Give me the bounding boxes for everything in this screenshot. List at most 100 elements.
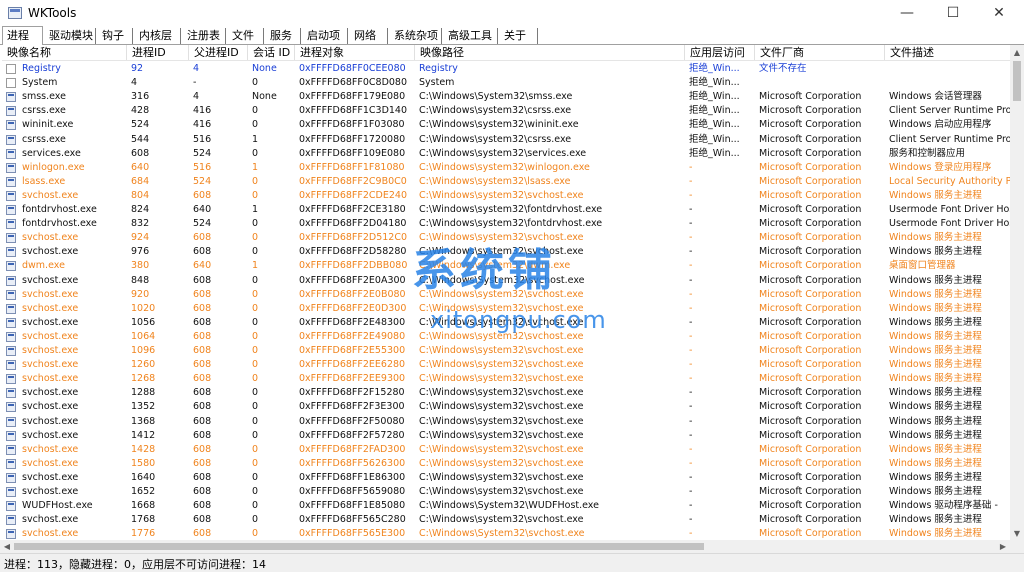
horizontal-scroll-thumb[interactable] bbox=[14, 543, 704, 550]
table-row[interactable]: svchost.exe 1288 608 0 0xFFFFD68FF2F15280 C:\… bbox=[2, 386, 1020, 400]
cell-session-id: 0 bbox=[252, 415, 259, 427]
tab-8[interactable]: 网络 bbox=[350, 28, 388, 44]
column-header-session-id[interactable]: 会话 ID bbox=[248, 45, 295, 60]
table-row[interactable]: svchost.exe 1580 608 0 0xFFFFD68FF5626300 C:\… bbox=[2, 457, 1020, 471]
scroll-down-icon[interactable]: ▼ bbox=[1010, 526, 1024, 540]
cell-pid: 1352 bbox=[131, 401, 156, 413]
table-row[interactable]: wininit.exe 524 416 0 0xFFFFD68FF1F03080 C:\W… bbox=[2, 118, 1020, 132]
cell-app-access: - bbox=[689, 288, 693, 300]
scroll-left-icon[interactable]: ◀ bbox=[0, 540, 14, 553]
maximize-button[interactable]: ☐ bbox=[930, 0, 976, 26]
column-header-file-description[interactable]: 文件描述 bbox=[885, 45, 1020, 60]
cell-session-id: 1 bbox=[252, 260, 259, 272]
table-row[interactable]: fontdrvhost.exe 832 524 0 0xFFFFD68FF2D04180… bbox=[2, 217, 1020, 231]
cell-image-path: C:\Windows\System32\svchost.exe bbox=[419, 528, 585, 540]
tab-5[interactable]: 文件 bbox=[228, 28, 264, 44]
table-row[interactable]: svchost.exe 1776 608 0 0xFFFFD68FF565E300 C:\… bbox=[2, 527, 1020, 540]
cell-image-name: svchost.exe bbox=[22, 486, 79, 497]
cell-ppid: 4 bbox=[193, 63, 200, 74]
table-row[interactable]: WUDFHost.exe 1668 608 0 0xFFFFD68FF1E85080 C:… bbox=[2, 499, 1020, 513]
vertical-scrollbar[interactable]: ▲ ▼ bbox=[1010, 45, 1024, 540]
tab-10[interactable]: 高级工具 bbox=[444, 28, 498, 44]
cell-process-object: 0xFFFFD68FF2D58280 bbox=[299, 246, 407, 258]
column-header-image-name[interactable]: 映像名称 bbox=[2, 45, 127, 60]
cell-image-name: svchost.exe bbox=[22, 330, 79, 342]
process-window-icon bbox=[6, 303, 16, 314]
table-row[interactable]: System 4 - 0 0xFFFFD68FF0C8D080 System 拒绝_Win.… bbox=[2, 76, 1020, 90]
table-row[interactable]: svchost.exe 1652 608 0 0xFFFFD68FF5659080 C:\… bbox=[2, 485, 1020, 499]
table-row[interactable]: lsass.exe 684 524 0 0xFFFFD68FF2C9B0C0 C:\Win… bbox=[2, 175, 1020, 189]
table-row[interactable]: svchost.exe 1640 608 0 0xFFFFD68FF1E86300 C:\… bbox=[2, 471, 1020, 485]
minimize-button[interactable]: — bbox=[884, 0, 930, 26]
table-row[interactable]: smss.exe 316 4 None 0xFFFFD68FF179E080 C:\Win… bbox=[2, 90, 1020, 104]
tab-4[interactable]: 注册表 bbox=[183, 28, 226, 44]
cell-file-description: Windows 服务主进程 bbox=[889, 302, 982, 314]
horizontal-scrollbar[interactable]: ◀ ▶ bbox=[0, 540, 1024, 553]
cell-file-vendor: Microsoft Corporation bbox=[759, 443, 862, 455]
cell-image-path: C:\Windows\system32\svchost.exe bbox=[419, 429, 584, 441]
table-row[interactable]: csrss.exe 544 516 1 0xFFFFD68FF1720080 C:\Win… bbox=[2, 133, 1020, 147]
cell-session-id: 0 bbox=[252, 189, 259, 201]
cell-pid: 848 bbox=[131, 274, 150, 286]
close-button[interactable]: ✕ bbox=[976, 0, 1022, 26]
table-row[interactable]: svchost.exe 804 608 0 0xFFFFD68FF2CDE240 C:\W… bbox=[2, 189, 1020, 203]
table-row[interactable]: winlogon.exe 640 516 1 0xFFFFD68FF1F81080 C:\… bbox=[2, 161, 1020, 175]
cell-pid: 1652 bbox=[131, 486, 156, 497]
column-header-process-object[interactable]: 进程对象 bbox=[295, 45, 415, 60]
cell-file-vendor: Microsoft Corporation bbox=[759, 246, 862, 258]
tab-0[interactable]: 进程 bbox=[2, 26, 43, 45]
table-row[interactable]: svchost.exe 1352 608 0 0xFFFFD68FF2F3E300 C:\… bbox=[2, 400, 1020, 414]
table-row[interactable]: services.exe 608 524 0 0xFFFFD68FF109E080 C:\… bbox=[2, 147, 1020, 161]
column-header-pid[interactable]: 进程ID bbox=[127, 45, 189, 60]
cell-image-name: svchost.exe bbox=[22, 429, 79, 441]
process-window-icon bbox=[6, 190, 16, 201]
cell-file-vendor: Microsoft Corporation bbox=[759, 260, 862, 272]
tab-3[interactable]: 内核层 bbox=[135, 28, 181, 44]
cell-pid: 1064 bbox=[131, 330, 156, 342]
cell-file-vendor: Microsoft Corporation bbox=[759, 147, 862, 159]
cell-image-path: Registry bbox=[419, 63, 458, 74]
table-row[interactable]: svchost.exe 1368 608 0 0xFFFFD68FF2F50080 C:\… bbox=[2, 415, 1020, 429]
table-row[interactable]: Registry 92 4 None 0xFFFFD68FF0CEE080 Registr… bbox=[2, 62, 1020, 76]
cell-app-access: 拒绝_Win... bbox=[689, 77, 740, 89]
column-header-app-access[interactable]: 应用层访问 bbox=[685, 45, 755, 60]
scroll-up-icon[interactable]: ▲ bbox=[1010, 45, 1024, 59]
tab-2[interactable]: 钩子 bbox=[98, 28, 133, 44]
cell-pid: 316 bbox=[131, 91, 150, 103]
table-row[interactable]: fontdrvhost.exe 824 640 1 0xFFFFD68FF2CE3180… bbox=[2, 203, 1020, 217]
cell-app-access: - bbox=[689, 260, 693, 272]
cell-file-vendor: Microsoft Corporation bbox=[759, 486, 862, 497]
table-row[interactable]: svchost.exe 1428 608 0 0xFFFFD68FF2FAD300 C:\… bbox=[2, 443, 1020, 457]
scroll-right-icon[interactable]: ▶ bbox=[996, 540, 1010, 553]
tab-11[interactable]: 关于 bbox=[500, 28, 538, 44]
cell-ppid: 608 bbox=[193, 415, 212, 427]
cell-process-object: 0xFFFFD68FF2E0A300 bbox=[299, 274, 406, 286]
tab-9[interactable]: 系统杂项 bbox=[390, 28, 442, 44]
table-row[interactable]: svchost.exe 1768 608 0 0xFFFFD68FF565C280 C:\… bbox=[2, 513, 1020, 527]
cell-file-vendor: Microsoft Corporation bbox=[759, 175, 862, 187]
process-window-icon bbox=[6, 219, 16, 230]
cell-pid: 640 bbox=[131, 161, 150, 173]
table-row[interactable]: svchost.exe 1260 608 0 0xFFFFD68FF2EE6280 C:\… bbox=[2, 358, 1020, 372]
table-row[interactable]: svchost.exe 1096 608 0 0xFFFFD68FF2E55300 C:\… bbox=[2, 344, 1020, 358]
table-row[interactable]: csrss.exe 428 416 0 0xFFFFD68FF1C3D140 C:\Win… bbox=[2, 104, 1020, 118]
cell-process-object: 0xFFFFD68FF2E48300 bbox=[299, 316, 406, 328]
cell-file-vendor: Microsoft Corporation bbox=[759, 500, 862, 512]
tab-1[interactable]: 驱动模块 bbox=[45, 28, 96, 44]
cell-session-id: 0 bbox=[252, 387, 259, 399]
column-header-file-vendor[interactable]: 文件厂商 bbox=[755, 45, 885, 60]
tab-bar: 进程 驱动模块 钩子 内核层 注册表 文件 服务 启动项 网络 系统杂项 高级工具 关于 bbox=[0, 26, 1024, 45]
cell-session-id: 0 bbox=[252, 528, 259, 540]
cell-file-description: Windows 服务主进程 bbox=[889, 373, 982, 385]
tab-6[interactable]: 服务 bbox=[266, 28, 301, 44]
cell-file-description bbox=[889, 62, 1018, 76]
cell-session-id: 0 bbox=[252, 471, 259, 483]
vertical-scroll-thumb[interactable] bbox=[1013, 61, 1021, 101]
column-header-ppid[interactable]: 父进程ID bbox=[189, 45, 248, 60]
column-header-image-path[interactable]: 映像路径 bbox=[415, 45, 685, 60]
tab-7[interactable]: 启动项 bbox=[303, 28, 348, 44]
table-row[interactable]: svchost.exe 1412 608 0 0xFFFFD68FF2F57280 C:\… bbox=[2, 429, 1020, 443]
cell-session-id: 0 bbox=[252, 175, 259, 187]
table-row[interactable]: svchost.exe 1268 608 0 0xFFFFD68FF2EE9300 C:\… bbox=[2, 372, 1020, 386]
cell-ppid: 608 bbox=[193, 514, 212, 526]
